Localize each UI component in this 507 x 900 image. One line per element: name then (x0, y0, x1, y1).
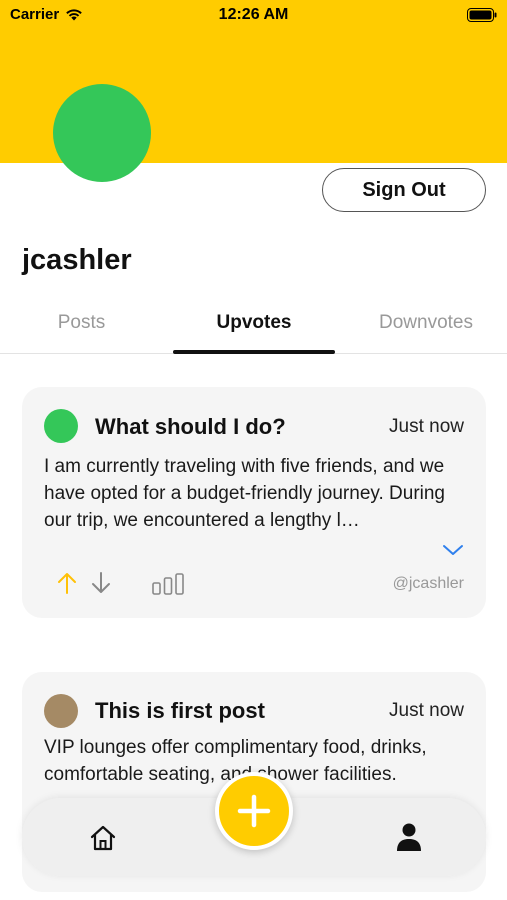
stats-icon[interactable] (152, 573, 184, 595)
username: jcashler (22, 244, 132, 276)
post-time: Just now (389, 700, 464, 721)
post-avatar (44, 694, 78, 728)
add-post-button[interactable] (215, 772, 293, 850)
post-title: What should I do? (95, 414, 286, 439)
avatar (53, 84, 151, 182)
active-tab-indicator (173, 350, 335, 354)
post-card[interactable]: What should I do? Just now I am currentl… (22, 387, 486, 618)
status-time: 12:26 AM (218, 6, 289, 23)
post-author[interactable]: @jcashler (393, 575, 464, 593)
tab-upvotes[interactable]: Upvotes (173, 306, 335, 354)
downvote-icon[interactable] (90, 571, 112, 595)
post-time: Just now (389, 416, 464, 437)
home-icon[interactable] (89, 824, 117, 852)
tab-downvotes[interactable]: Downvotes (345, 306, 507, 354)
post-body: I am currently traveling with five frien… (44, 456, 446, 531)
status-bar: Carrier 12:26 AM (0, 0, 507, 32)
profile-tabs: Posts Upvotes Downvotes (0, 306, 507, 354)
tab-posts[interactable]: Posts (0, 306, 163, 354)
chevron-down-icon[interactable] (442, 543, 464, 557)
plus-icon (237, 794, 271, 828)
post-avatar (44, 409, 78, 443)
sign-out-button[interactable]: Sign Out (322, 168, 486, 212)
post-title: This is first post (95, 698, 265, 723)
profile-icon[interactable] (395, 822, 423, 852)
upvote-icon[interactable] (56, 571, 78, 595)
battery-icon (467, 8, 497, 22)
